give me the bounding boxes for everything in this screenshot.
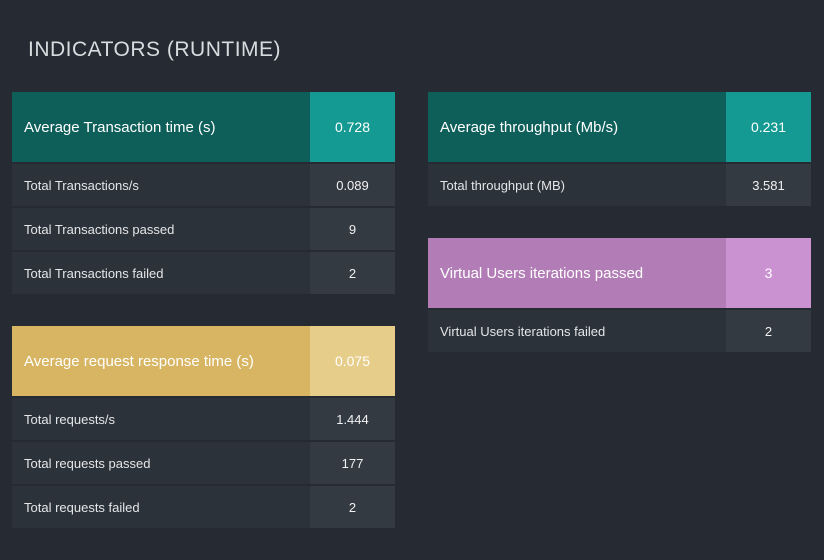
stat-row: Total requests failed 2 [12,486,395,528]
stat-row: Total Transactions passed 9 [12,208,395,250]
metric-value: 0.075 [310,326,395,396]
stat-label: Total throughput (MB) [428,164,726,206]
indicator-card-virtual-users-iterations: Virtual Users iterations passed 3 Virtua… [428,238,811,352]
stat-row: Total requests/s 1.444 [12,398,395,440]
stat-label: Total Transactions passed [12,208,310,250]
stat-row: Virtual Users iterations failed 2 [428,310,811,352]
card-rows: Total Transactions/s 0.089 Total Transac… [12,164,395,294]
metric-value: 0.728 [310,92,395,162]
stat-value: 3.581 [726,164,811,206]
stat-row: Total Transactions failed 2 [12,252,395,294]
metric-name: Average request response time (s) [12,326,310,396]
stat-row: Total requests passed 177 [12,442,395,484]
card-rows: Total throughput (MB) 3.581 [428,164,811,206]
stat-label: Total requests failed [12,486,310,528]
left-column: Average Transaction time (s) 0.728 Total… [12,92,395,560]
metric-name: Virtual Users iterations passed [428,238,726,308]
stat-label: Virtual Users iterations failed [428,310,726,352]
card-header: Average throughput (Mb/s) 0.231 [428,92,811,162]
page-title: INDICATORS (RUNTIME) [0,14,824,62]
stat-value: 0.089 [310,164,395,206]
stat-value: 1.444 [310,398,395,440]
stat-value: 2 [726,310,811,352]
card-header: Average Transaction time (s) 0.728 [12,92,395,162]
indicator-card-throughput: Average throughput (Mb/s) 0.231 Total th… [428,92,811,206]
indicator-card-transaction-time: Average Transaction time (s) 0.728 Total… [12,92,395,294]
stat-value: 177 [310,442,395,484]
metric-value: 3 [726,238,811,308]
metric-name: Average Transaction time (s) [12,92,310,162]
stat-label: Total requests/s [12,398,310,440]
card-rows: Virtual Users iterations failed 2 [428,310,811,352]
stat-label: Total Transactions failed [12,252,310,294]
metric-value: 0.231 [726,92,811,162]
card-header: Average request response time (s) 0.075 [12,326,395,396]
stat-row: Total throughput (MB) 3.581 [428,164,811,206]
card-rows: Total requests/s 1.444 Total requests pa… [12,398,395,528]
stat-value: 2 [310,486,395,528]
metric-name: Average throughput (Mb/s) [428,92,726,162]
stat-row: Total Transactions/s 0.089 [12,164,395,206]
stat-label: Total requests passed [12,442,310,484]
card-header: Virtual Users iterations passed 3 [428,238,811,308]
stat-value: 9 [310,208,395,250]
stat-label: Total Transactions/s [12,164,310,206]
indicators-grid: Average Transaction time (s) 0.728 Total… [0,92,824,560]
indicator-card-request-response-time: Average request response time (s) 0.075 … [12,326,395,528]
stat-value: 2 [310,252,395,294]
right-column: Average throughput (Mb/s) 0.231 Total th… [428,92,811,560]
